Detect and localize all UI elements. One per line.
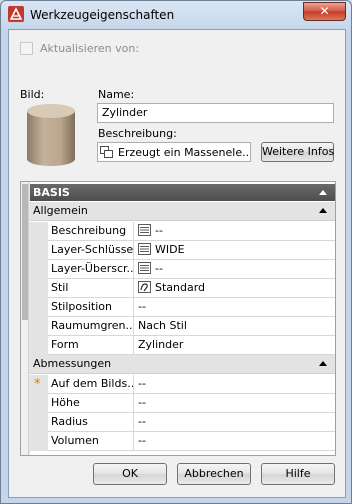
property-row-volume[interactable]: Volumen -- — [30, 432, 335, 451]
more-info-button[interactable]: Weitere Infos — [261, 142, 334, 162]
property-row-style-position[interactable]: Stilposition -- — [30, 298, 335, 317]
property-name: Form — [48, 336, 134, 355]
property-row-layer-override[interactable]: Layer-Überscr... -- — [30, 260, 335, 279]
property-name: Layer-Schlüssel — [48, 241, 134, 260]
property-value[interactable]: -- — [135, 260, 335, 279]
property-value[interactable]: Zylinder — [135, 336, 335, 355]
category-label: Allgemein — [33, 204, 88, 217]
property-row-description[interactable]: Beschreibung -- — [30, 222, 335, 241]
property-name: Auf dem Bilds... — [48, 375, 134, 394]
ok-button[interactable]: OK — [93, 463, 167, 485]
description-value: Erzeugt ein Massenele... — [118, 146, 251, 159]
property-name: Radius — [48, 413, 134, 432]
autocad-app-icon[interactable] — [8, 6, 24, 22]
update-from-checkbox[interactable] — [20, 42, 33, 55]
property-name: Raumumgren... — [48, 317, 134, 336]
property-value[interactable]: -- — [135, 298, 335, 317]
copy-icon — [100, 146, 113, 158]
list-icon — [138, 243, 151, 255]
collapse-arrow-icon[interactable] — [319, 208, 327, 213]
property-name: Layer-Überscr... — [48, 260, 134, 279]
description-label: Beschreibung: — [98, 127, 177, 140]
property-row-room-bounding[interactable]: Raumumgren... Nach Stil — [30, 317, 335, 336]
property-name: Stil — [48, 279, 134, 298]
category-header-general[interactable]: Allgemein — [30, 202, 335, 221]
dialog-client-area: Aktualisieren von: Bild: Name: Zylinder … — [8, 29, 346, 498]
close-button[interactable]: ✕ — [303, 2, 346, 21]
dialog-window: Werkzeugeigenschaften ✕ Aktualisieren vo… — [0, 0, 352, 504]
name-input[interactable]: Zylinder — [97, 103, 334, 123]
collapse-arrow-icon[interactable] — [319, 361, 327, 366]
property-value[interactable]: -- — [135, 222, 335, 241]
window-title: Werkzeugeigenschaften — [30, 8, 175, 22]
property-value[interactable]: Standard — [135, 279, 335, 298]
list-icon — [138, 224, 151, 236]
property-name: Stilposition — [48, 298, 134, 317]
update-from-label: Aktualisieren von: — [40, 42, 140, 55]
property-name: Volumen — [48, 432, 134, 451]
asterisk-icon: * — [34, 377, 41, 392]
description-field[interactable]: Erzeugt ein Massenele... — [97, 142, 251, 162]
style-icon — [138, 281, 151, 293]
cylinder-preview-image — [27, 104, 75, 166]
help-button[interactable]: Hilfe — [261, 463, 335, 485]
property-value[interactable]: WIDE — [135, 241, 335, 260]
property-grid-body: BASIS Allgemein Beschreibung -- Layer-Sc… — [30, 182, 335, 455]
property-row-radius[interactable]: Radius -- — [30, 413, 335, 432]
grid-scrollbar-thumb[interactable] — [22, 184, 28, 320]
property-value[interactable]: Nach Stil — [135, 317, 335, 336]
property-row-shape[interactable]: Form Zylinder — [30, 336, 335, 355]
collapse-arrow-icon[interactable] — [319, 190, 327, 195]
title-bar[interactable]: Werkzeugeigenschaften ✕ — [1, 1, 351, 29]
image-label: Bild: — [20, 88, 45, 101]
list-icon — [138, 262, 151, 274]
property-row-style[interactable]: Stil Standard — [30, 279, 335, 298]
cancel-button[interactable]: Abbrechen — [177, 463, 251, 485]
property-row-height[interactable]: Höhe -- — [30, 394, 335, 413]
property-name: Höhe — [48, 394, 134, 413]
section-header-label: BASIS — [33, 186, 70, 199]
property-value[interactable]: -- — [135, 413, 335, 432]
property-value[interactable]: -- — [135, 394, 335, 413]
category-header-dimensions[interactable]: Abmessungen — [30, 355, 335, 374]
property-value[interactable]: -- — [135, 432, 335, 451]
property-row-specify-on-screen[interactable]: * Auf dem Bilds... -- — [30, 375, 335, 394]
property-row-layer-key[interactable]: Layer-Schlüssel WIDE — [30, 241, 335, 260]
category-label: Abmessungen — [33, 357, 112, 370]
name-label: Name: — [98, 88, 135, 101]
close-icon: ✕ — [319, 4, 330, 18]
property-name: Beschreibung — [48, 222, 134, 241]
section-header-basis[interactable]: BASIS — [30, 184, 335, 201]
grid-scrollbar[interactable] — [21, 182, 29, 455]
property-grid: BASIS Allgemein Beschreibung -- Layer-Sc… — [20, 181, 336, 456]
property-value[interactable]: -- — [135, 375, 335, 394]
